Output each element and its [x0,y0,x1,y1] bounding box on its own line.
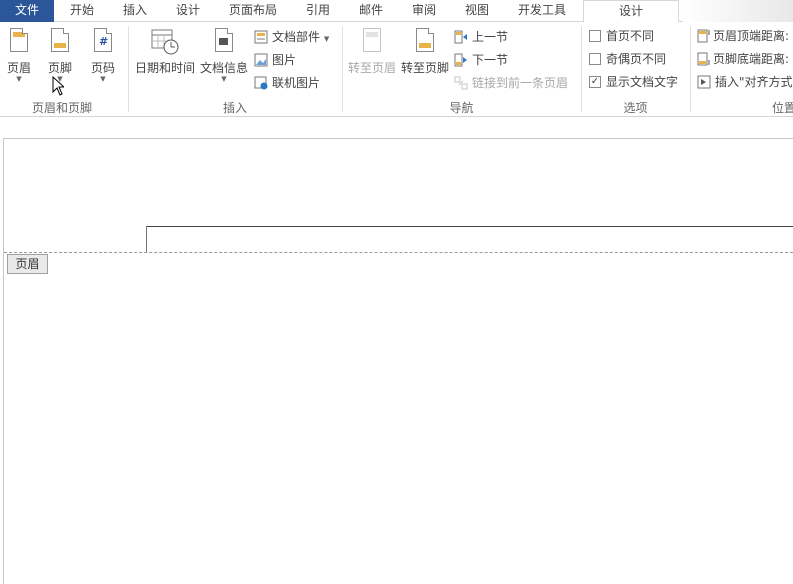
footer-button[interactable]: 页脚 ▼ [44,26,76,83]
goto-footer-label: 转至页脚 [400,61,449,75]
quick-parts-label: 文档部件 [272,30,321,44]
next-section-icon [454,53,468,67]
checkbox-icon [589,29,601,42]
footer-from-bottom-field[interactable]: 页脚底端距离: [697,50,789,68]
tab-developer[interactable]: 开发工具 [507,0,577,22]
group-separator [581,26,582,112]
tab-design[interactable]: 设计 [163,0,213,22]
group-label-insert: 插入 [222,101,247,115]
insert-alignment-tab-label: 插入"对齐方式 [715,75,793,89]
chevron-down-icon: ▼ [16,75,22,83]
online-picture-icon [254,76,268,90]
header-icon [6,26,32,56]
quick-parts-button[interactable]: 文档部件 ▼ [254,28,329,46]
header-boundary-dashed-line [4,252,793,253]
show-document-text-label: 显示文档文字 [606,75,679,89]
picture-icon [254,53,268,67]
goto-header-icon [359,26,385,56]
goto-header-label: 转至页眉 [347,61,396,75]
link-icon [454,76,468,90]
tab-header-footer-design[interactable]: 设计 [583,0,679,23]
different-first-page-label: 首页不同 [606,29,655,43]
document-info-icon [211,26,237,56]
next-section-button[interactable]: 下一节 [454,51,508,69]
footer-from-bottom-label: 页脚底端距离: [713,52,790,66]
checkbox-icon [589,52,601,65]
insert-alignment-tab-button[interactable]: 插入"对齐方式 [697,73,793,91]
group-separator [342,26,343,112]
goto-header-button[interactable]: 转至页眉 [346,26,398,75]
quick-parts-icon [254,30,268,44]
footer-icon [47,26,73,56]
header-tag: 页眉 [7,254,48,274]
previous-section-icon [454,30,468,44]
tab-file[interactable]: 文件 [0,0,54,22]
different-odd-even-checkbox[interactable]: 奇偶页不同 [589,50,666,68]
online-picture-button[interactable]: 联机图片 [254,74,320,92]
page-number-button-label: 页码 [90,61,115,75]
previous-section-label: 上一节 [472,30,509,44]
checkmark-icon: ✓ [589,75,601,88]
footer-button-label: 页脚 [47,61,72,75]
header-from-top-label: 页眉顶端距离: [713,29,790,43]
header-position-icon [697,29,711,43]
page-number-button[interactable]: # 页码 ▼ [87,26,119,83]
ribbon-decoration [683,0,793,22]
tab-home[interactable]: 开始 [57,0,107,22]
document-page[interactable] [3,138,793,584]
group-label-header-footer: 页眉和页脚 [31,101,92,115]
different-first-page-checkbox[interactable]: 首页不同 [589,27,654,45]
link-to-previous-label: 链接到前一条页眉 [472,76,569,90]
page-number-icon: # [90,26,116,56]
link-to-previous-button[interactable]: 链接到前一条页眉 [454,74,568,92]
chevron-down-icon: ▼ [100,75,106,83]
group-label-position: 位置 [772,101,793,115]
doc-info-label: 文档信息 [199,61,248,75]
tab-review[interactable]: 审阅 [399,0,449,22]
header-button-label: 页眉 [6,61,31,75]
tab-insert[interactable]: 插入 [110,0,160,22]
goto-footer-button[interactable]: 转至页脚 [399,26,451,75]
doc-info-button[interactable]: 文档信息 ▼ [199,26,249,83]
group-label-navigation: 导航 [449,101,474,115]
show-document-text-checkbox[interactable]: ✓ 显示文档文字 [589,73,678,91]
picture-button[interactable]: 图片 [254,51,296,69]
goto-footer-icon [412,26,438,56]
tab-page-layout[interactable]: 页面布局 [218,0,288,22]
tab-mailings[interactable]: 邮件 [346,0,396,22]
header-from-top-field[interactable]: 页眉顶端距离: [697,27,789,45]
calendar-clock-icon [151,26,179,56]
date-time-label: 日期和时间 [134,61,195,75]
previous-section-button[interactable]: 上一节 [454,28,508,46]
tab-references[interactable]: 引用 [293,0,343,22]
picture-label: 图片 [272,53,297,67]
group-label-options: 选项 [623,101,648,115]
header-border-line [146,226,793,227]
header-text-cursor-guide [146,226,147,253]
footer-position-icon [697,52,711,66]
online-picture-label: 联机图片 [272,76,321,90]
chevron-down-icon: ▼ [323,35,330,43]
ribbon-tab-bar: 文件 开始 插入 设计 页面布局 引用 邮件 审阅 视图 开发工具 设计 [0,0,793,23]
different-odd-even-label: 奇偶页不同 [606,52,667,66]
chevron-down-icon: ▼ [221,75,227,83]
alignment-tab-icon [697,75,711,89]
next-section-label: 下一节 [472,53,509,67]
header-button[interactable]: 页眉 ▼ [3,26,35,83]
tab-view[interactable]: 视图 [452,0,502,22]
group-separator [690,26,691,112]
group-separator [128,26,129,112]
date-time-button[interactable]: 日期和时间 [133,26,197,75]
ribbon: 页眉 ▼ 页脚 ▼ # 页码 ▼ 页眉和页脚 日期和时间 文档信息 ▼ 文档部件… [0,22,793,117]
mouse-pointer-icon [52,76,64,96]
